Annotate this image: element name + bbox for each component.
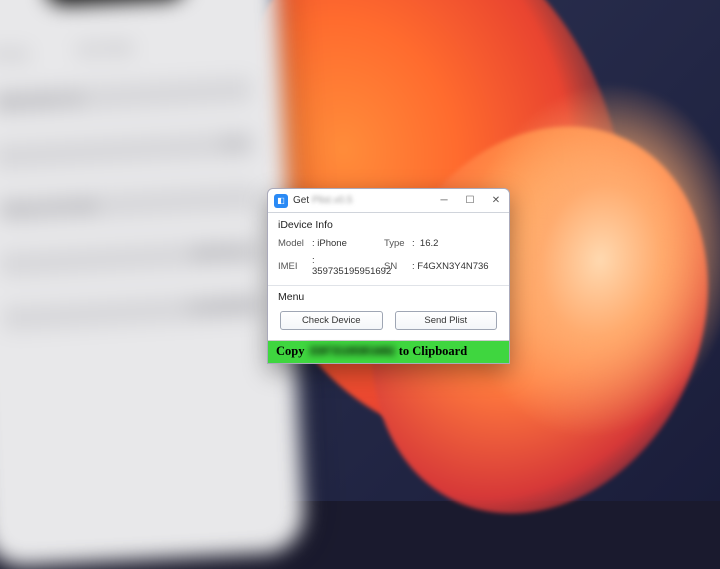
- sn-value: : F4GXN3Y4N736: [412, 261, 499, 272]
- minimize-button[interactable]: ─: [431, 189, 457, 212]
- close-button[interactable]: ✕: [483, 189, 509, 212]
- app-icon: ◧: [274, 194, 288, 208]
- status-bar: Copy 359735195951692 to Clipboard: [268, 340, 509, 363]
- model-value: : iPhone: [312, 238, 384, 249]
- foreground-phone: Chung Giới thiệu Redmi Note 4 (1) 9.2.1 …: [0, 0, 305, 568]
- device-info-grid: Model : iPhone Type : 16.2 IMEI : 359735…: [268, 234, 509, 285]
- phone-row: iPhone 12 Pro Max: [0, 184, 258, 224]
- type-label: Type: [384, 238, 412, 249]
- phone-tab: Chung: [0, 45, 28, 62]
- phone-row: 9.2.1: [0, 130, 255, 170]
- titlebar[interactable]: ◧ Get Plist.v0.5 ─ ☐ ✕: [268, 189, 509, 213]
- phone-row: FLVJ0G0H0P: [2, 292, 263, 332]
- window-title: Get Plist.v0.5: [293, 195, 431, 206]
- status-suffix: to Clipboard: [399, 344, 467, 359]
- imei-value: : 359735195951692: [312, 255, 384, 277]
- phone-tab: Giới thiệu: [77, 40, 134, 58]
- phone-row: Redmi Note 4 (1): [0, 76, 252, 116]
- imei-label: IMEI: [278, 261, 312, 272]
- status-prefix: Copy: [276, 344, 304, 359]
- status-value: 359735195951692: [308, 344, 394, 359]
- section-device-info: iDevice Info: [268, 213, 509, 234]
- app-window: ◧ Get Plist.v0.5 ─ ☐ ✕ iDevice Info Mode…: [267, 188, 510, 364]
- section-menu: Menu: [268, 285, 509, 307]
- type-value: : 16.2: [412, 238, 499, 249]
- phone-row: MGTK3LL/A: [0, 238, 260, 278]
- phone-notch: [45, 0, 186, 6]
- maximize-button[interactable]: ☐: [457, 189, 483, 212]
- send-plist-button[interactable]: Send Plist: [395, 311, 498, 330]
- model-label: Model: [278, 238, 312, 249]
- check-device-button[interactable]: Check Device: [280, 311, 383, 330]
- sn-label: SN: [384, 261, 412, 272]
